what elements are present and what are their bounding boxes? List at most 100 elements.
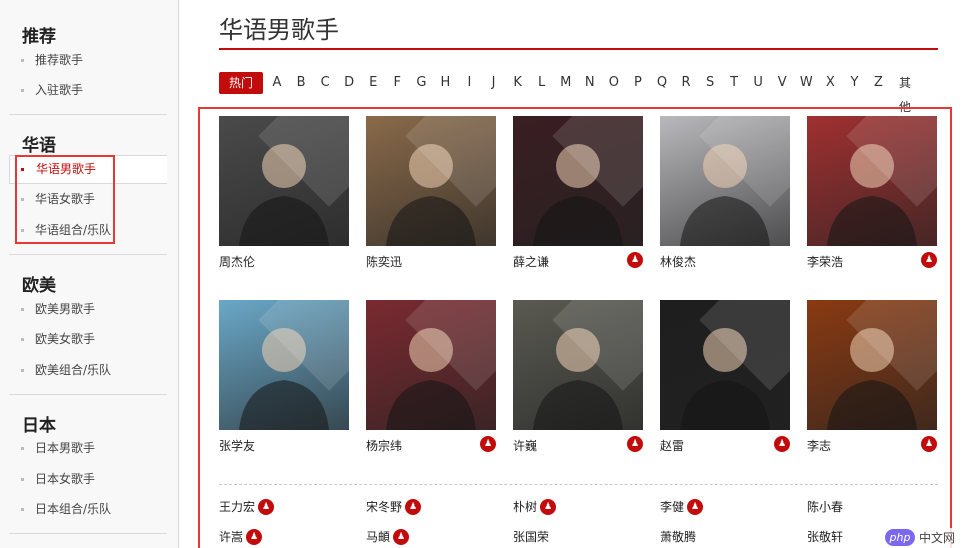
artist-name[interactable]: 宋冬野	[366, 500, 402, 514]
artist-text-item[interactable]: 朴树 ♟	[513, 498, 557, 516]
artist-photo[interactable]	[366, 300, 496, 430]
artist-card[interactable]: 许巍 ♟	[513, 300, 643, 453]
artist-name[interactable]: 林俊杰	[660, 253, 696, 270]
artist-card[interactable]: 薛之谦 ♟	[513, 116, 643, 269]
filter-letter-q[interactable]: Q	[652, 71, 672, 95]
filter-letter-l[interactable]: L	[532, 71, 552, 95]
sidebar-item-japan-female[interactable]: 日本女歌手	[9, 465, 167, 494]
user-badge-icon[interactable]: ♟	[774, 436, 790, 452]
artist-name[interactable]: 张学友	[219, 437, 255, 454]
artist-name[interactable]: 张国荣	[513, 530, 549, 544]
sidebar-item-chinese-male[interactable]: 华语男歌手	[9, 155, 167, 184]
artist-text-item[interactable]: 陈小春	[807, 498, 843, 516]
user-badge-icon[interactable]: ♟	[921, 252, 937, 268]
artist-name[interactable]: 萧敬腾	[660, 530, 696, 544]
user-badge-icon[interactable]: ♟	[393, 528, 410, 545]
filter-letter-y[interactable]: Y	[844, 71, 864, 95]
artist-name[interactable]: 赵雷	[660, 437, 684, 454]
user-badge-icon[interactable]: ♟	[540, 498, 557, 515]
artist-text-item[interactable]: 宋冬野 ♟	[366, 498, 422, 516]
filter-letter-n[interactable]: N	[580, 71, 600, 95]
artist-card[interactable]: 陈奕迅	[366, 116, 496, 269]
user-badge-icon[interactable]: ♟	[627, 252, 643, 268]
user-badge-icon[interactable]: ♟	[627, 436, 643, 452]
sidebar-item-chinese-band[interactable]: 华语组合/乐队	[9, 216, 167, 245]
artist-text-item[interactable]: 张国荣	[513, 528, 549, 546]
artist-name[interactable]: 许嵩	[219, 530, 243, 544]
artist-name[interactable]: 杨宗纬	[366, 437, 402, 454]
artist-card[interactable]: 周杰伦	[219, 116, 349, 269]
artist-card[interactable]: 李志 ♟	[807, 300, 937, 453]
artist-photo[interactable]	[513, 116, 643, 246]
filter-letter-o[interactable]: O	[604, 71, 624, 95]
artist-photo[interactable]	[660, 116, 790, 246]
artist-photo[interactable]	[219, 116, 349, 246]
sidebar-item-western-female[interactable]: 欧美女歌手	[9, 325, 167, 354]
artist-name[interactable]: 薛之谦	[513, 253, 549, 270]
artist-card[interactable]: 李荣浩 ♟	[807, 116, 937, 269]
filter-letter-v[interactable]: V	[772, 71, 792, 95]
filter-letter-r[interactable]: R	[676, 71, 696, 95]
filter-letter-d[interactable]: D	[339, 71, 359, 95]
artist-name[interactable]: 张敬轩	[807, 530, 843, 544]
filter-hot[interactable]: 热门	[219, 72, 263, 94]
filter-letter-g[interactable]: G	[411, 71, 431, 95]
user-badge-icon[interactable]: ♟	[921, 436, 937, 452]
artist-name[interactable]: 李志	[807, 437, 831, 454]
filter-letter-j[interactable]: J	[484, 71, 504, 95]
sidebar-item-western-band[interactable]: 欧美组合/乐队	[9, 356, 167, 385]
filter-letter-k[interactable]: K	[508, 71, 528, 95]
user-badge-icon[interactable]: ♟	[405, 498, 422, 515]
artist-name[interactable]: 陈奕迅	[366, 253, 402, 270]
filter-letter-z[interactable]: Z	[869, 71, 889, 95]
artist-name[interactable]: 周杰伦	[219, 253, 255, 270]
filter-letter-u[interactable]: U	[748, 71, 768, 95]
artist-name[interactable]: 马頔	[366, 530, 390, 544]
artist-card[interactable]: 赵雷 ♟	[660, 300, 790, 453]
filter-letter-a[interactable]: A	[267, 71, 287, 95]
artist-text-item[interactable]: 张敬轩	[807, 528, 843, 546]
sidebar-item-resident-singers[interactable]: 入驻歌手	[9, 76, 167, 105]
artist-name[interactable]: 李健	[660, 500, 684, 514]
artist-photo[interactable]	[807, 116, 937, 246]
sidebar-item-japan-band[interactable]: 日本组合/乐队	[9, 495, 167, 524]
filter-letter-h[interactable]: H	[435, 71, 455, 95]
artist-name[interactable]: 许巍	[513, 437, 537, 454]
artist-photo[interactable]	[219, 300, 349, 430]
filter-letter-s[interactable]: S	[700, 71, 720, 95]
filter-letter-w[interactable]: W	[796, 71, 816, 95]
artist-text-item[interactable]: 萧敬腾	[660, 528, 696, 546]
artist-text-item[interactable]: 马頔 ♟	[366, 528, 410, 546]
sidebar-item-western-male[interactable]: 欧美男歌手	[9, 295, 167, 324]
artist-name[interactable]: 李荣浩	[807, 253, 843, 270]
filter-letter-i[interactable]: I	[459, 71, 479, 95]
user-badge-icon[interactable]: ♟	[258, 498, 275, 515]
artist-photo[interactable]	[660, 300, 790, 430]
artist-text-item[interactable]: 李健 ♟	[660, 498, 704, 516]
sidebar-item-chinese-female[interactable]: 华语女歌手	[9, 185, 167, 214]
artist-card[interactable]: 杨宗纬 ♟	[366, 300, 496, 453]
filter-letter-f[interactable]: F	[387, 71, 407, 95]
filter-letter-m[interactable]: M	[556, 71, 576, 95]
sidebar-item-recommended-singers[interactable]: 推荐歌手	[9, 46, 167, 75]
filter-letter-x[interactable]: X	[820, 71, 840, 95]
artist-name[interactable]: 陈小春	[807, 500, 843, 514]
artist-photo[interactable]	[366, 116, 496, 246]
user-badge-icon[interactable]: ♟	[246, 528, 263, 545]
user-badge-icon[interactable]: ♟	[480, 436, 496, 452]
sidebar-item-japan-male[interactable]: 日本男歌手	[9, 434, 167, 463]
filter-letter-e[interactable]: E	[363, 71, 383, 95]
artist-name[interactable]: 王力宏	[219, 500, 255, 514]
artist-photo[interactable]	[513, 300, 643, 430]
artist-card[interactable]: 张学友	[219, 300, 349, 453]
artist-photo[interactable]	[807, 300, 937, 430]
filter-letter-b[interactable]: B	[291, 71, 311, 95]
user-badge-icon[interactable]: ♟	[687, 498, 704, 515]
artist-text-item[interactable]: 王力宏 ♟	[219, 498, 275, 516]
artist-card[interactable]: 林俊杰	[660, 116, 790, 269]
filter-letter-t[interactable]: T	[724, 71, 744, 95]
filter-letter-c[interactable]: C	[315, 71, 335, 95]
artist-name[interactable]: 朴树	[513, 500, 537, 514]
artist-text-item[interactable]: 许嵩 ♟	[219, 528, 263, 546]
filter-letter-p[interactable]: P	[628, 71, 648, 95]
